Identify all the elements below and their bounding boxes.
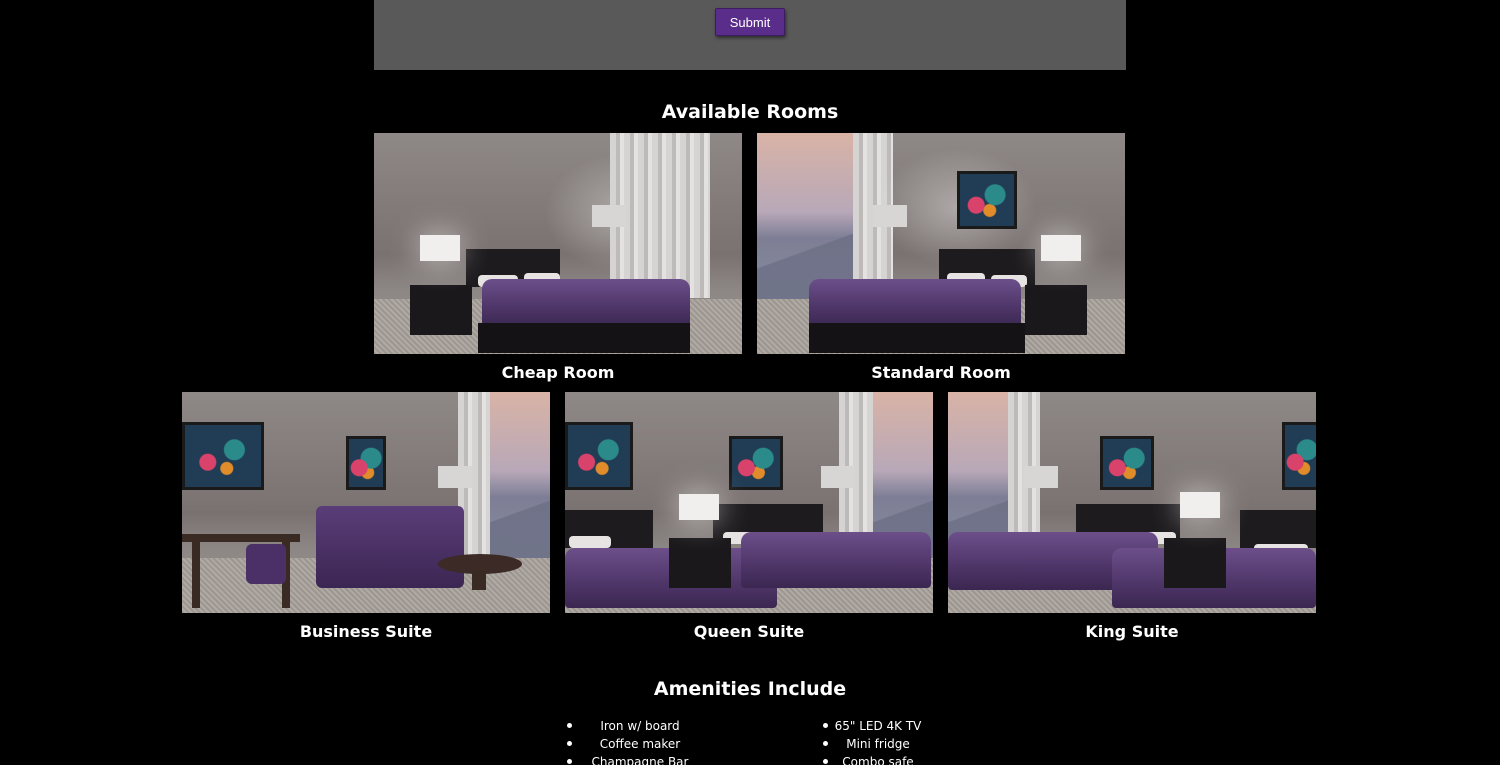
room-card-standard[interactable]: Standard Room [757, 133, 1125, 383]
amenity-item: Iron w/ board [560, 717, 720, 735]
submit-button[interactable]: Submit [715, 8, 785, 36]
room-card-business-suite[interactable]: Business Suite [182, 392, 550, 642]
booking-form-panel: Submit [374, 0, 1126, 70]
room-name: Standard Room [871, 363, 1011, 382]
amenity-item: 65" LED 4K TV [820, 717, 936, 735]
room-name: Cheap Room [501, 363, 615, 382]
room-photo[interactable] [757, 133, 1125, 354]
room-name: Business Suite [299, 622, 433, 641]
amenity-item: Champagne Bar [560, 753, 720, 765]
room-name: King Suite [1085, 622, 1179, 641]
room-photo[interactable] [565, 392, 933, 613]
amenities-list-left: Iron w/ board Coffee maker Champagne Bar [560, 717, 720, 765]
amenity-item: Coffee maker [560, 735, 720, 753]
amenities-heading: Amenities Include [653, 678, 847, 700]
room-photo[interactable] [182, 392, 550, 613]
available-rooms-heading: Available Rooms [661, 101, 839, 123]
page: Submit Available Rooms Cheap Room Standa… [0, 0, 1500, 765]
room-name: Queen Suite [693, 622, 805, 641]
room-card-queen-suite[interactable]: Queen Suite [565, 392, 933, 642]
amenities-list-right: 65" LED 4K TV Mini fridge Combo safe [820, 717, 936, 765]
room-photo[interactable] [374, 133, 742, 354]
room-card-king-suite[interactable]: King Suite [948, 392, 1316, 642]
amenity-item: Mini fridge [820, 735, 936, 753]
room-card-cheap[interactable]: Cheap Room [374, 133, 742, 383]
amenity-item: Combo safe [820, 753, 936, 765]
room-photo[interactable] [948, 392, 1316, 613]
